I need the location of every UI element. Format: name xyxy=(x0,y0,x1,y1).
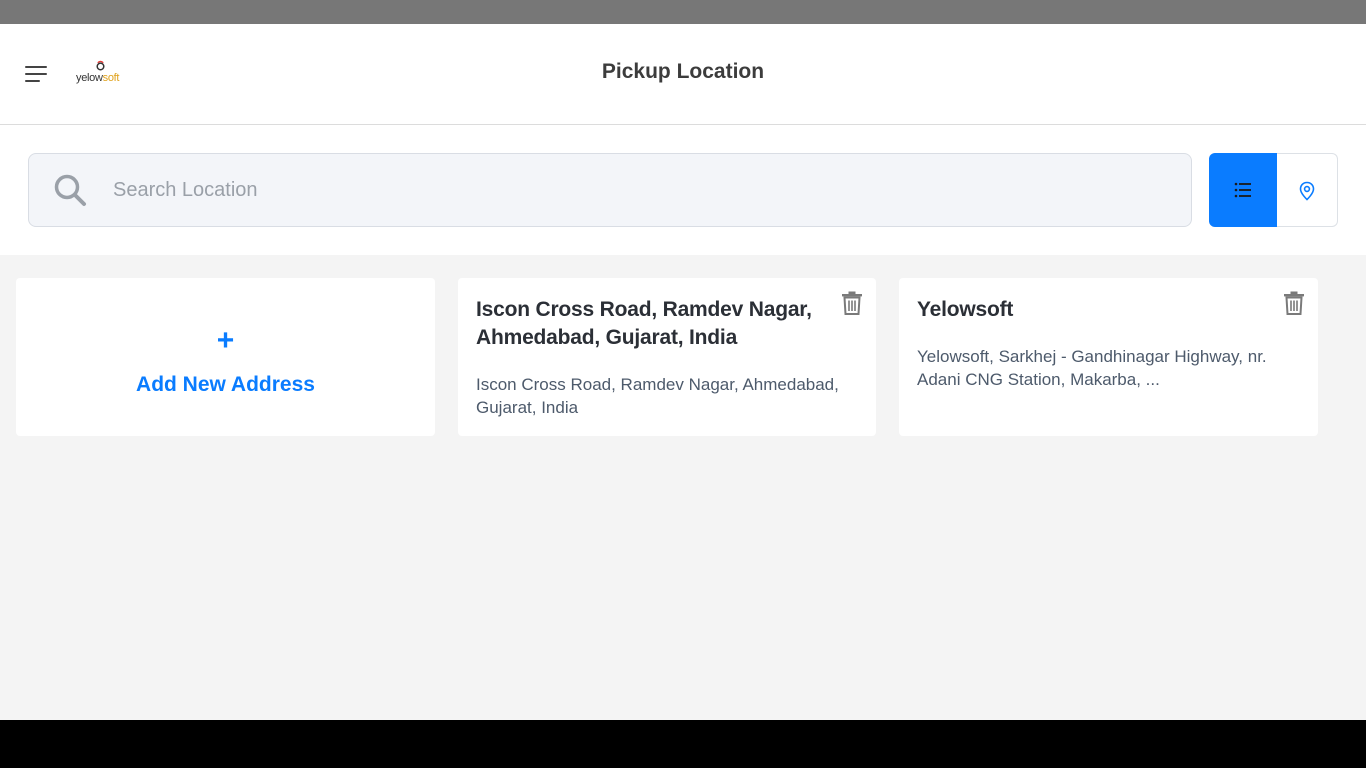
page-title: Pickup Location xyxy=(601,60,765,83)
system-status-bar xyxy=(0,0,1366,24)
address-description: Iscon Cross Road, Ramdev Nagar, Ahmedaba… xyxy=(476,375,839,417)
address-list: + Add New Address Iscon Cross Road, Ramd… xyxy=(0,255,1366,720)
address-card[interactable]: Yelowsoft Yelowsoft, Sarkhej - Gandhinag… xyxy=(899,278,1318,436)
search-icon xyxy=(54,174,86,206)
list-icon xyxy=(1234,182,1251,198)
system-navigation-bar xyxy=(0,720,1366,768)
map-pin-icon xyxy=(1299,181,1315,201)
view-toggle xyxy=(1209,153,1338,227)
list-view-button[interactable] xyxy=(1209,153,1277,227)
search-box[interactable] xyxy=(28,153,1192,227)
search-input[interactable] xyxy=(113,168,1173,212)
address-title: Iscon Cross Road, Ramdev Nagar, Ahmedaba… xyxy=(476,298,812,349)
address-title: Yelowsoft xyxy=(917,298,1014,321)
address-card[interactable]: Iscon Cross Road, Ramdev Nagar, Ahmedaba… xyxy=(458,278,876,436)
add-new-address-card[interactable]: + Add New Address xyxy=(16,278,435,436)
delete-trash-icon[interactable] xyxy=(841,291,863,315)
app-header: yelowsoft Pickup Location xyxy=(0,24,1366,125)
map-view-button[interactable] xyxy=(1277,153,1338,227)
plus-icon: + xyxy=(216,324,235,357)
search-section xyxy=(0,125,1366,255)
address-description: Yelowsoft, Sarkhej - Gandhinagar Highway… xyxy=(917,347,1267,389)
add-new-address-label: Add New Address xyxy=(136,373,315,396)
delete-trash-icon[interactable] xyxy=(1283,291,1305,315)
